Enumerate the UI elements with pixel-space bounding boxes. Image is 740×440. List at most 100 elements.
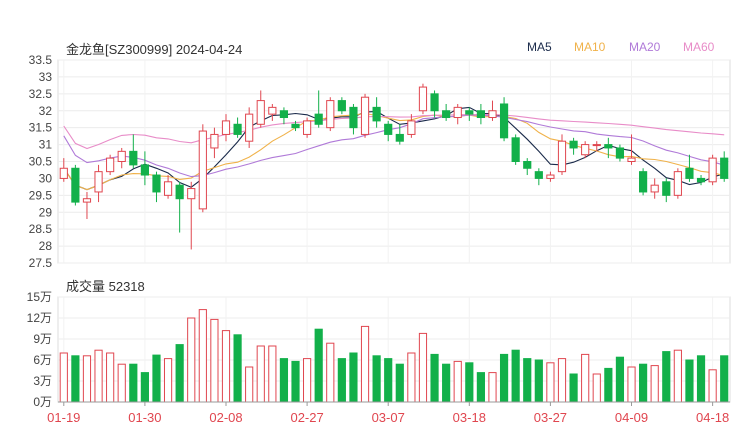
candle [349,103,358,135]
candle [175,181,184,233]
volume-bar [268,345,277,403]
candle-body [442,110,451,119]
volume-bar [465,362,474,403]
candle [256,90,265,128]
candle [696,175,706,186]
volume-bar [720,355,729,403]
volume-bar [673,349,682,403]
candle-body [198,130,207,210]
volume-bar [384,358,393,403]
candle-body [360,96,370,135]
candle-body [430,93,439,112]
candle-body [233,123,242,135]
candle [129,134,138,169]
volume-bar [488,372,497,403]
candle [662,178,671,203]
candle [360,93,370,138]
price-tick-label: 30 [39,171,53,185]
volume-bar [557,358,567,403]
price-tick-label: 30.5 [29,155,53,169]
volume-bar [94,349,103,403]
candle-body [71,167,80,203]
price-tick-label: 27.5 [29,256,53,270]
candle-body [187,188,196,200]
volume-bar [59,352,68,403]
candle [708,154,717,186]
volume-bar [407,352,416,403]
volume-bar [106,352,115,403]
volume-bar [210,318,219,403]
candle [523,158,532,176]
candle-body [117,150,126,163]
candle [117,147,126,169]
candle [326,97,335,132]
date-x-axis: 01-19 01-30 02-08 02-27 03-07 03-18 03-27 04-09… [47,401,730,425]
candle [372,97,381,128]
candle [627,134,636,165]
candle [639,168,648,196]
x-tick-label: 01-19 [47,410,80,425]
volume-bar [175,344,184,403]
candle-body [592,144,601,147]
x-tick-label: 04-18 [696,410,729,425]
volume-bar [303,358,312,403]
candle-body [210,133,219,149]
legend-ma10: MA10 [574,40,606,54]
candle [303,117,312,138]
volume-bar [163,358,173,403]
candle-body [256,100,265,125]
x-tick-label: 03-07 [372,410,405,425]
candle [233,117,242,138]
candle-body [175,184,184,200]
candle-body [326,100,335,129]
volume-tick-label: 3万 [33,374,52,388]
x-tick-label: 03-18 [453,410,486,425]
price-tick-label: 31 [39,138,53,152]
candle-body [337,100,346,112]
volume-tick-label: 0万 [33,395,52,409]
volume-bar [326,342,335,403]
legend-ma20: MA20 [629,40,661,54]
candle-body [106,157,115,173]
candle [140,151,149,186]
volume-bar [592,373,601,403]
price-y-axis: 33.5 33 32.5 32 31.5 31 30.5 30 29.5 29 28.5 28 27.5 [29,53,53,270]
volume-bar [221,330,231,403]
volume-bar [140,372,149,403]
volume-bar [662,351,671,403]
volume-bar [453,360,462,403]
candle-body [349,106,358,129]
volume-tick-label: 9万 [33,332,52,346]
candle [384,120,393,142]
candle-body [163,181,173,196]
x-tick-label: 02-27 [290,410,323,425]
candle [152,171,161,203]
candle-body [94,171,103,193]
candle [546,171,555,182]
volume-bar [442,363,451,403]
candle-body [604,144,613,149]
candle-body [152,174,161,193]
x-tick-label: 03-27 [534,410,567,425]
candle-body [303,120,312,135]
candle-body [650,184,659,193]
candle [673,168,682,199]
candle [430,90,439,118]
candle [488,100,497,121]
candle [337,97,346,115]
candle [685,154,694,182]
candle [418,83,428,115]
price-tick-label: 32.5 [29,87,53,101]
volume-bar [650,365,659,403]
volume-bar [708,369,717,403]
candle-body [82,198,92,203]
candle-body [511,137,520,162]
candle-body [639,171,648,193]
legend-ma60: MA60 [683,40,715,54]
candle [442,103,451,121]
candle-body [384,123,393,135]
volume-bar [187,317,196,403]
candle [71,164,80,206]
candle-body [720,157,729,179]
x-tick-label: 04-09 [615,410,648,425]
